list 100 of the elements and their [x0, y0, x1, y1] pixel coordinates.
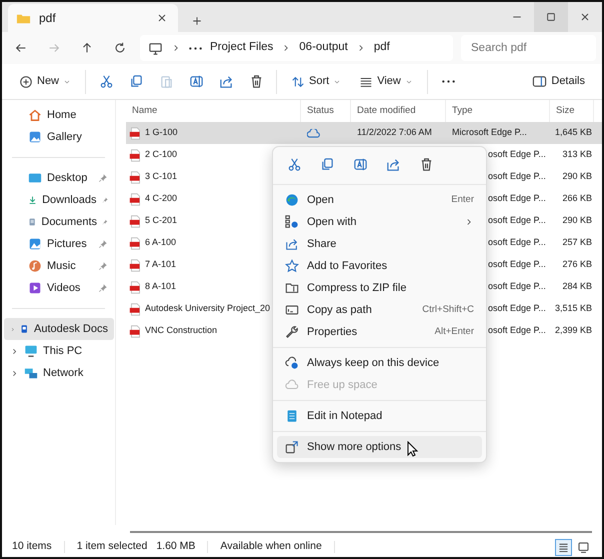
table-cell-text: 2,399 KB	[554, 324, 593, 338]
more-icon	[442, 80, 455, 83]
details-view-button[interactable]	[555, 538, 572, 556]
breadcrumb[interactable]: Project Files	[210, 39, 274, 57]
sidebar-item[interactable]: This PC	[4, 340, 114, 362]
share-icon	[386, 157, 401, 172]
maximize-icon	[545, 11, 557, 23]
menu-item[interactable]: Open with	[277, 211, 482, 233]
sidebar-item[interactable]: Music	[4, 255, 114, 277]
sidebar-item[interactable]: Videos	[4, 277, 114, 299]
file-name: 8 A-101	[145, 280, 176, 294]
computer-icon	[24, 344, 38, 358]
mouse-cursor-icon	[405, 441, 421, 457]
file-row[interactable]: 1 G-100 11/2/2022 7:06 AM Microsoft Edge P... 1,645 KB	[126, 122, 602, 144]
music-icon	[28, 259, 42, 273]
sidebar-item[interactable]: Network	[4, 362, 114, 384]
menu-item[interactable]: Edit in Notepad	[277, 405, 482, 427]
table-cell: osoft Edge P...	[488, 259, 546, 270]
table-cell-text: 3,515 KB	[554, 302, 593, 316]
menu-item[interactable]: Copy as path Ctrl+Shift+C	[277, 299, 482, 321]
file-name: VNC Construction	[145, 324, 218, 338]
copy-icon	[128, 74, 144, 89]
file-name: 2 C-100	[145, 148, 178, 162]
table-cell-text: 1,645 KB	[554, 126, 593, 140]
gallery-icon	[28, 130, 42, 144]
sidebar-item[interactable]: Pictures	[4, 233, 114, 255]
pdf-file-icon	[129, 236, 142, 250]
pin-icon	[98, 173, 108, 183]
shortcut-text: Ctrl+Shift+C	[422, 302, 474, 317]
trash-icon	[419, 157, 434, 172]
close-icon	[579, 11, 591, 23]
notepad-icon	[285, 409, 299, 423]
more-icon[interactable]	[189, 46, 202, 50]
status-text: 10 items	[12, 539, 52, 554]
sort-button[interactable]: Sort	[284, 69, 348, 94]
copy-icon	[320, 157, 335, 172]
file-name: 4 C-200	[145, 192, 178, 206]
sidebar-item[interactable]: Autodesk Docs	[4, 318, 114, 340]
network-icon	[24, 366, 38, 380]
menu-item[interactable]: Compress to ZIP file	[277, 277, 482, 299]
pin-icon	[98, 283, 108, 293]
path-icon	[285, 303, 299, 317]
new-button[interactable]: New	[12, 69, 78, 94]
status-text: 1.60 MB	[156, 539, 196, 554]
refresh-icon	[112, 41, 126, 55]
browser-logo-icon	[285, 193, 299, 207]
table-cell-text: 290 KB	[561, 214, 593, 228]
sidebar-item[interactable]: Home	[4, 104, 114, 126]
cloud-icon	[307, 128, 320, 138]
expand-icon	[285, 440, 299, 454]
status-text: 1 item selected	[76, 539, 148, 554]
menu-item[interactable]: Share	[277, 233, 482, 255]
file-name: 6 A-100	[145, 236, 176, 250]
table-cell: osoft Edge P...	[488, 171, 546, 182]
pdf-file-icon	[129, 280, 142, 294]
breadcrumb[interactable]: pdf	[374, 39, 390, 57]
sidebar-item[interactable]: Gallery	[4, 126, 114, 148]
search-field[interactable]: Search pdf	[461, 35, 596, 61]
address-bar[interactable]: Project Files 06-output pdf	[140, 35, 453, 61]
menu-item[interactable]: Show more options	[277, 436, 482, 458]
share-icon	[285, 237, 299, 251]
pin-icon	[98, 261, 108, 271]
cut-icon	[287, 157, 302, 172]
home-icon	[28, 108, 42, 122]
file-name: Autodesk University Project_20	[145, 302, 270, 316]
forward-arrow-icon	[46, 41, 60, 55]
sidebar-item[interactable]: Documents	[4, 211, 114, 233]
table-cell: osoft Edge P...	[488, 215, 546, 226]
table-cell-text: 11/2/2022 7:06 AM	[356, 126, 433, 140]
table-cell-text: 313 KB	[561, 148, 593, 162]
table-cell-text: 290 KB	[561, 170, 593, 184]
desktop-icon	[28, 171, 42, 185]
rename-icon	[188, 74, 204, 89]
pin-icon	[98, 239, 108, 249]
maximize-button[interactable]	[534, 2, 568, 32]
table-cell: osoft Edge P...	[488, 149, 546, 160]
star-icon	[285, 259, 299, 273]
shortcut-text: Alt+Enter	[434, 324, 474, 339]
menu-item[interactable]: Always keep on this device	[277, 352, 482, 374]
sidebar-item[interactable]: Desktop	[4, 167, 114, 189]
file-name: 5 C-201	[145, 214, 178, 228]
menu-item[interactable]: Properties Alt+Enter	[277, 321, 482, 343]
cloud-icon	[285, 356, 299, 370]
tab[interactable]: pdf	[8, 4, 178, 32]
menu-item[interactable]: Add to Favorites	[277, 255, 482, 277]
pdf-file-icon	[129, 324, 142, 338]
back-arrow-icon	[14, 41, 28, 55]
menu-item[interactable]: Open Enter	[277, 189, 482, 211]
details-button[interactable]: Details	[525, 69, 592, 94]
plus-icon	[191, 15, 203, 28]
sidebar-item[interactable]: Downloads	[4, 189, 114, 211]
pdf-file-icon	[129, 302, 142, 316]
pdf-file-icon	[129, 170, 142, 184]
cut-icon	[98, 74, 114, 89]
breadcrumb[interactable]: 06-output	[299, 39, 348, 57]
view-button[interactable]: View	[352, 69, 420, 94]
rename-icon	[353, 157, 368, 172]
file-name: 1 G-100	[145, 126, 178, 140]
share-icon	[218, 74, 234, 89]
monitor-icon	[148, 40, 163, 56]
